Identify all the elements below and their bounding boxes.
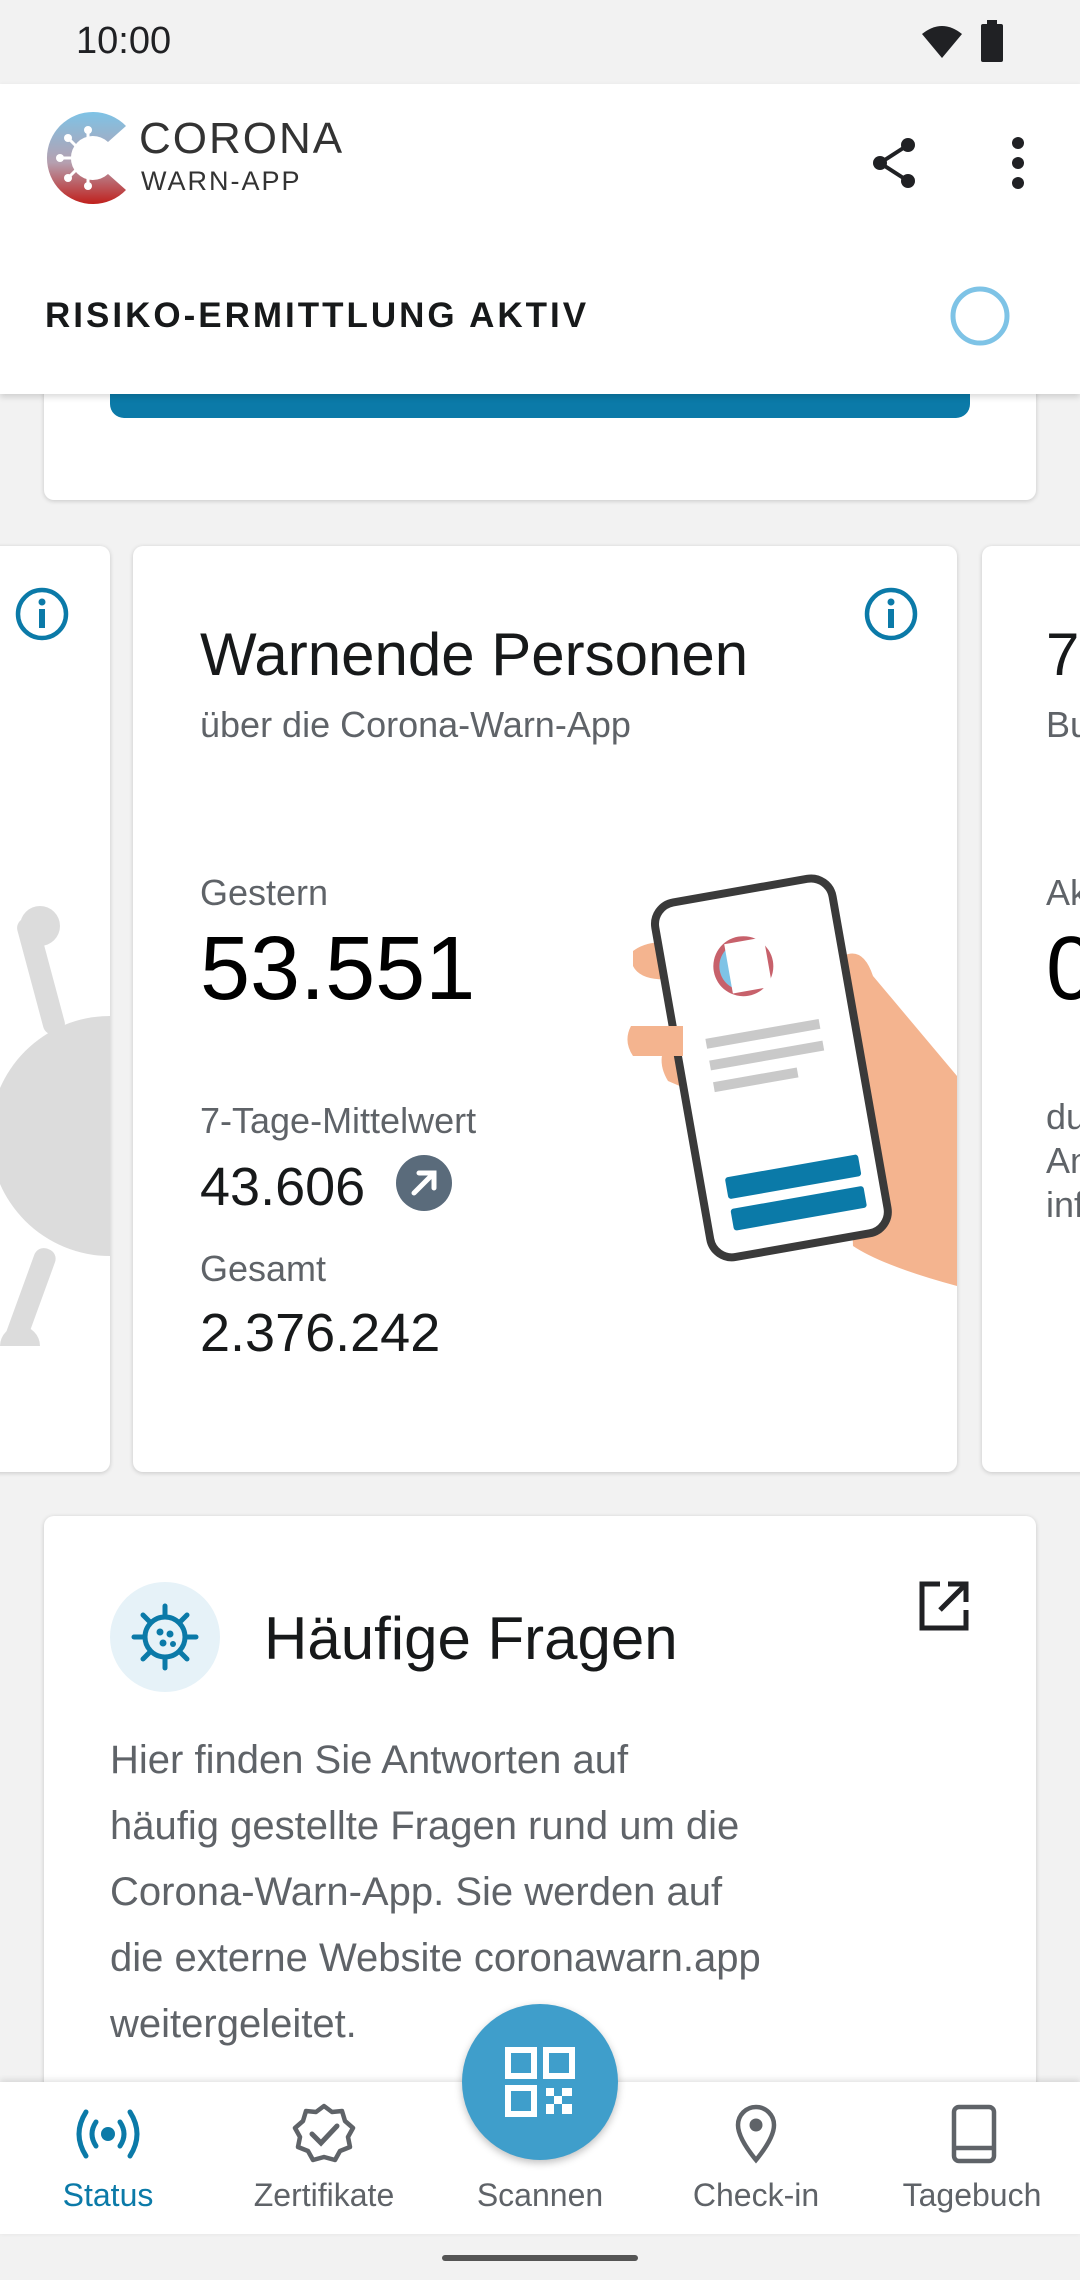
faq-title: Häufige Fragen	[264, 1605, 678, 1672]
logo-title: CORONA	[139, 114, 345, 163]
faq-body-line: häufig gestellte Fragen rund um die	[110, 1804, 740, 1848]
risk-status-label: RISIKO-ERMITTLUNG AKTIV	[45, 296, 590, 335]
nav-item-status[interactable]: Status	[0, 2082, 216, 2234]
home-gesture-handle[interactable]	[442, 2255, 638, 2261]
nav-label-status: Status	[62, 2177, 154, 2213]
logo-subtitle: WARN-APP	[141, 166, 302, 196]
nav-label-checkin: Check-in	[692, 2177, 820, 2213]
info-icon[interactable]	[14, 586, 70, 642]
app-logo-icon	[46, 112, 127, 204]
nav-item-diary[interactable]: Tagebuch	[864, 2082, 1080, 2234]
next-card-text-line: inf	[1046, 1184, 1080, 1225]
next-card-value: 0	[1046, 919, 1080, 1019]
next-card-title: 7	[1046, 621, 1080, 688]
faq-body-line: Hier finden Sie Antworten auf	[110, 1738, 629, 1782]
system-navigation-bar	[0, 2234, 1080, 2280]
nav-label-scan: Scannen	[476, 2177, 604, 2213]
stats-card-next[interactable]: 7 Bu Ak 0 du An inf	[982, 546, 1080, 1472]
status-time: 10:00	[76, 20, 172, 62]
virus-icon	[131, 1603, 199, 1671]
trend-up-icon	[396, 1155, 452, 1211]
next-card-text-line: An	[1046, 1140, 1080, 1181]
broadcast-icon	[76, 2109, 140, 2159]
yesterday-label: Gestern	[200, 872, 329, 913]
location-pin-icon	[735, 2104, 777, 2164]
book-icon	[951, 2104, 997, 2164]
scan-fab-button[interactable]	[462, 2004, 618, 2160]
virus-illustration-icon	[0, 906, 110, 1346]
next-card-subtitle: Bu	[1046, 704, 1080, 745]
faq-body-line: die externe Website coronawarn.app	[110, 1936, 761, 1980]
total-value: 2.376.242	[200, 1303, 441, 1363]
qr-code-icon	[505, 2047, 575, 2117]
share-icon[interactable]	[870, 136, 920, 190]
nav-label-diary: Tagebuch	[902, 2177, 1042, 2213]
yesterday-value: 53.551	[200, 919, 476, 1019]
external-link-icon[interactable]	[916, 1578, 972, 1634]
app-header: CORONA WARN-APP RISIKO-ERMITTLUNG AKTIV	[0, 84, 1080, 394]
next-card-label: Ak	[1046, 872, 1080, 913]
nav-item-certificates[interactable]: Zertifikate	[216, 2082, 432, 2234]
wifi-icon	[922, 26, 962, 58]
stats-card-subtitle: über die Corona-Warn-App	[200, 704, 631, 745]
certificate-icon	[292, 2103, 356, 2163]
faq-body-line: weitergeleitet.	[110, 2002, 357, 2046]
nav-item-checkin[interactable]: Check-in	[648, 2082, 864, 2234]
seven-day-average-label: 7-Tage-Mittelwert	[200, 1100, 477, 1141]
total-label: Gesamt	[200, 1248, 327, 1289]
more-options-icon[interactable]	[1008, 136, 1028, 190]
stats-card-title: Warnende Personen	[200, 621, 749, 688]
risk-progress-indicator	[950, 286, 1010, 346]
stats-card-warning-persons[interactable]: Warnende Personen über die Corona-Warn-A…	[133, 546, 957, 1472]
faq-icon-container	[110, 1582, 220, 1692]
battery-icon	[981, 20, 1003, 62]
next-card-text-line: du	[1046, 1096, 1080, 1137]
faq-body-line: Corona-Warn-App. Sie werden auf	[110, 1870, 723, 1914]
status-bar: 10:00	[0, 0, 1080, 84]
seven-day-average-value: 43.606	[200, 1157, 366, 1217]
nav-label-certificates: Zertifikate	[253, 2177, 395, 2213]
phone-in-hand-illustration-icon	[627, 874, 957, 1286]
info-icon[interactable]	[863, 586, 919, 642]
stats-card-previous[interactable]	[0, 546, 110, 1472]
